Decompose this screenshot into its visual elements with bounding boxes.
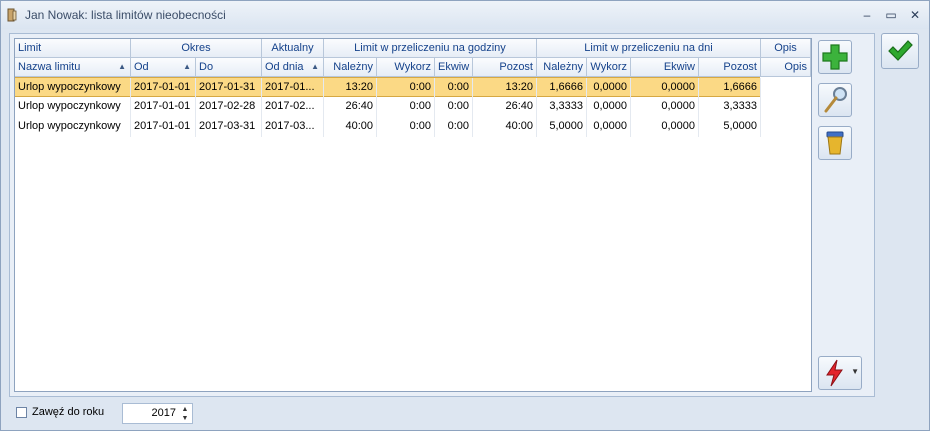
column-header-nazwa[interactable]: Nazwa limitu ▲ xyxy=(15,58,131,77)
column-header-od-dnia[interactable]: Od dnia ▲ xyxy=(262,58,324,77)
header-group-limit: Limit xyxy=(15,39,131,58)
dropdown-arrow-icon[interactable]: ▼ xyxy=(851,367,859,376)
column-header-d-wykorz[interactable]: Wykorz xyxy=(587,58,631,77)
sort-asc-icon: ▲ xyxy=(311,62,319,71)
magnifier-icon xyxy=(824,87,847,113)
column-header-d-pozost[interactable]: Pozost xyxy=(699,58,761,77)
cell-d-ekwiw: 0,0000 xyxy=(631,97,699,117)
header-group-aktualny: Aktualny xyxy=(262,39,324,58)
column-header-opis[interactable]: Opis xyxy=(761,58,811,77)
column-header-h-nalezny[interactable]: Należny xyxy=(324,58,377,77)
cell-h-pozost: 26:40 xyxy=(473,97,537,117)
limits-window: Jan Nowak: lista limitów nieobecności – … xyxy=(0,0,930,431)
preview-button[interactable] xyxy=(818,83,852,117)
cell-nazwa: Urlop wypoczynkowy xyxy=(15,78,131,98)
cell-nazwa: Urlop wypoczynkowy xyxy=(15,117,131,137)
cell-od-dnia: 2017-01... xyxy=(262,78,324,98)
delete-button[interactable] xyxy=(818,126,852,160)
cell-h-pozost: 13:20 xyxy=(473,78,537,98)
cell-h-wykorz: 0:00 xyxy=(377,97,435,117)
cell-od: 2017-01-01 xyxy=(131,97,196,117)
cell-h-ekwiw: 0:00 xyxy=(435,78,473,98)
cell-d-pozost: 5,0000 xyxy=(699,117,761,137)
sort-asc-icon: ▲ xyxy=(118,62,126,71)
cell-d-pozost: 1,6666 xyxy=(699,78,761,98)
title-bar: Jan Nowak: lista limitów nieobecności – … xyxy=(1,1,929,29)
cell-d-nalezny: 5,0000 xyxy=(537,117,587,137)
cell-d-wykorz: 0,0000 xyxy=(587,117,631,137)
header-group-opis: Opis xyxy=(761,39,811,58)
year-filter-label[interactable]: Zawęź do roku xyxy=(32,406,104,418)
cell-od: 2017-01-01 xyxy=(131,117,196,137)
column-header-label: Nazwa limitu xyxy=(18,61,81,73)
cell-od: 2017-01-01 xyxy=(131,78,196,98)
table-row[interactable]: Urlop wypoczynkowy 2017-01-01 2017-03-31… xyxy=(15,117,761,137)
ok-button[interactable] xyxy=(881,33,919,69)
cell-do: 2017-02-28 xyxy=(196,97,262,117)
header-group-okres: Okres xyxy=(131,39,262,58)
cell-h-ekwiw: 0:00 xyxy=(435,97,473,117)
column-header-label: Od xyxy=(134,61,149,73)
cell-do: 2017-01-31 xyxy=(196,78,262,98)
column-header-do[interactable]: Do xyxy=(196,58,262,77)
cell-od-dnia: 2017-02... xyxy=(262,97,324,117)
cell-d-ekwiw: 0,0000 xyxy=(631,117,699,137)
cell-d-pozost: 3,3333 xyxy=(699,97,761,117)
window-title: Jan Nowak: lista limitów nieobecności xyxy=(25,8,226,22)
cell-h-nalezny: 40:00 xyxy=(324,117,377,137)
cell-d-wykorz: 0,0000 xyxy=(587,78,631,98)
column-header-h-ekwiw[interactable]: Ekwiw xyxy=(435,58,473,77)
close-button[interactable]: ✕ xyxy=(906,6,924,24)
cell-d-nalezny: 1,6666 xyxy=(537,78,587,98)
cell-h-nalezny: 26:40 xyxy=(324,97,377,117)
cell-h-wykorz: 0:00 xyxy=(377,117,435,137)
trash-icon xyxy=(826,131,844,155)
cell-h-nalezny: 13:20 xyxy=(324,78,377,98)
maximize-button[interactable]: ▭ xyxy=(882,6,900,24)
cell-d-ekwiw: 0,0000 xyxy=(631,78,699,98)
column-header-od[interactable]: Od ▲ xyxy=(131,58,196,77)
minimize-button[interactable]: – xyxy=(858,6,876,24)
plus-icon xyxy=(822,44,848,70)
table-row[interactable]: Urlop wypoczynkowy 2017-01-01 2017-02-28… xyxy=(15,97,761,117)
app-icon xyxy=(7,8,17,22)
cell-d-nalezny: 3,3333 xyxy=(537,97,587,117)
cell-do: 2017-03-31 xyxy=(196,117,262,137)
year-value[interactable]: 2017 xyxy=(152,407,176,419)
cell-d-wykorz: 0,0000 xyxy=(587,97,631,117)
sort-asc-icon: ▲ xyxy=(183,62,191,71)
header-group-godziny: Limit w przeliczeniu na godziny xyxy=(324,39,537,58)
add-button[interactable] xyxy=(818,40,852,74)
year-spinner[interactable]: 2017 ▲ ▼ xyxy=(122,403,193,424)
table-row[interactable]: Urlop wypoczynkowy 2017-01-01 2017-01-31… xyxy=(15,77,761,98)
column-header-d-ekwiw[interactable]: Ekwiw xyxy=(631,58,699,77)
spin-down-icon[interactable]: ▼ xyxy=(179,414,191,423)
cell-h-wykorz: 0:00 xyxy=(377,78,435,98)
limits-grid[interactable]: Limit Okres Aktualny Limit w przeliczeni… xyxy=(14,38,812,392)
checkmark-icon xyxy=(888,40,913,61)
year-filter-checkbox[interactable] xyxy=(16,407,27,418)
cell-h-ekwiw: 0:00 xyxy=(435,117,473,137)
column-header-label: Od dnia xyxy=(265,61,304,73)
filter-bar: Zawęź do roku 2017 ▲ ▼ xyxy=(1,399,929,429)
cell-od-dnia: 2017-03... xyxy=(262,117,324,137)
cell-h-pozost: 40:00 xyxy=(473,117,537,137)
spin-up-icon[interactable]: ▲ xyxy=(179,405,191,414)
column-header-h-pozost[interactable]: Pozost xyxy=(473,58,537,77)
actions-button[interactable]: ▼ xyxy=(818,356,862,390)
cell-nazwa: Urlop wypoczynkowy xyxy=(15,97,131,117)
column-header-h-wykorz[interactable]: Wykorz xyxy=(377,58,435,77)
main-panel: Limit Okres Aktualny Limit w przeliczeni… xyxy=(9,33,875,397)
column-header-d-nalezny[interactable]: Należny xyxy=(537,58,587,77)
lightning-icon xyxy=(826,359,843,387)
header-group-dni: Limit w przeliczeniu na dni xyxy=(537,39,761,58)
